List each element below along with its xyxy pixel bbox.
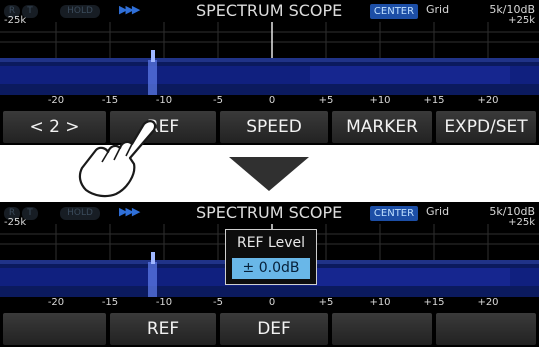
scale-tick: +15: [423, 95, 445, 106]
marker-button[interactable]: MARKER: [332, 111, 432, 143]
frequency-scale: -20 -15 -10 -5 0 +5 +10 +15 +20: [0, 297, 539, 312]
hold-indicator: HOLD: [60, 5, 100, 18]
scale-tick: +15: [423, 297, 445, 308]
blank-button-5[interactable]: [436, 313, 536, 345]
ref-level-title: REF Level: [236, 235, 306, 251]
scale-tick: -20: [47, 297, 65, 308]
down-triangle-icon: [229, 157, 309, 191]
scope-title-bar: R T HOLD ▶▶▶ SPECTRUM SCOPE CENTER Grid …: [0, 202, 539, 224]
scope-title: SPECTRUM SCOPE: [196, 1, 343, 20]
def-button[interactable]: DEF: [220, 313, 328, 345]
center-mode-badge: CENTER: [370, 4, 418, 19]
blank-button-4[interactable]: [332, 313, 432, 345]
ref-level-value[interactable]: ± 0.0dB: [232, 258, 310, 279]
scale-tick: -5: [213, 297, 223, 308]
hold-indicator: HOLD: [60, 207, 100, 220]
scale-tick: 0: [268, 297, 276, 308]
scale-tick: +20: [477, 95, 499, 106]
sweep-speed-icon: ▶▶▶: [119, 205, 140, 218]
function-button-row: REF DEF: [0, 312, 539, 347]
grid-label: Grid: [426, 3, 450, 16]
expd-set-button[interactable]: EXPD/SET: [436, 111, 536, 143]
spectrum-waterfall: [0, 22, 539, 95]
blank-button-1[interactable]: [3, 313, 106, 345]
scale-tick: -10: [155, 95, 173, 106]
frequency-scale: -20 -15 -10 -5 0 +5 +10 +15 +20: [0, 95, 539, 110]
scale-tick: +5: [318, 297, 334, 308]
scale-tick: +10: [369, 297, 391, 308]
center-mode-badge: CENTER: [370, 206, 418, 221]
scale-tick: -10: [155, 297, 173, 308]
scale-tick: +20: [477, 297, 499, 308]
scale-tick: -15: [101, 95, 119, 106]
hand-tap-icon: [78, 120, 157, 198]
scale-tick: -5: [213, 95, 223, 106]
scale-tick: +5: [318, 95, 334, 106]
scope-title: SPECTRUM SCOPE: [196, 203, 343, 222]
scale-tick: 0: [268, 95, 276, 106]
grid-label: Grid: [426, 205, 450, 218]
spectrum-scope-screen-after: R T HOLD ▶▶▶ SPECTRUM SCOPE CENTER Grid …: [0, 202, 539, 347]
speed-button[interactable]: SPEED: [220, 111, 328, 143]
scale-tick: +10: [369, 95, 391, 106]
scale-tick: -15: [101, 297, 119, 308]
ref-button[interactable]: REF: [110, 313, 216, 345]
scope-title-bar: R T HOLD ▶▶▶ SPECTRUM SCOPE CENTER Grid …: [0, 0, 539, 22]
ref-level-popup: REF Level ± 0.0dB: [225, 229, 317, 285]
scale-tick: -20: [47, 95, 65, 106]
sweep-speed-icon: ▶▶▶: [119, 3, 140, 16]
